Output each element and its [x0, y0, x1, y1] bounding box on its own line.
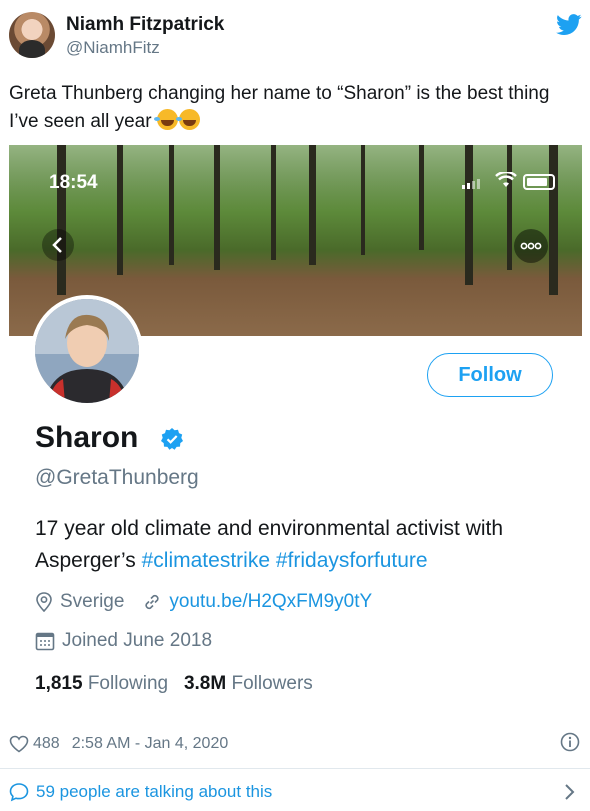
heart-icon[interactable] [9, 735, 29, 753]
tweet-text: Greta Thunberg changing her name to “Sha… [9, 80, 581, 136]
author-handle[interactable]: @NiamhFitz [66, 38, 160, 58]
author-name[interactable]: Niamh Fitzpatrick [66, 14, 224, 36]
talking-about-text: 59 people are talking about this [36, 782, 273, 801]
status-time: 18:54 [49, 172, 98, 193]
twitter-bird-icon[interactable] [556, 14, 582, 36]
speech-bubble-icon [9, 783, 29, 802]
followers-label: Followers [231, 673, 313, 694]
followers-count: 3.8M [183, 673, 227, 694]
profile-meta-joined-row: Joined June 2018 [35, 630, 212, 652]
profile-avatar[interactable] [31, 295, 143, 407]
followers-stat[interactable]: 3.8M Followers [184, 673, 313, 694]
profile-screenshot[interactable]: 18:54 Follow Sharon @GretaThunberg 17 ye… [9, 145, 582, 725]
profile-stats: 1,815 Following 3.8M Followers [35, 673, 313, 695]
ellipsis-icon [520, 242, 542, 250]
hashtag-link[interactable]: #climatestrike [142, 549, 270, 572]
wifi-icon [495, 172, 517, 187]
info-icon[interactable] [560, 732, 580, 752]
profile-meta-location-row: Sverige youtu.be/H2QxFM9y0tY [35, 591, 372, 613]
rolling-on-floor-laughing-emoji-icon [153, 109, 178, 130]
following-label: Following [87, 673, 169, 694]
tweet-footer: 488 2:58 AM - Jan 4, 2020 [9, 734, 581, 754]
chevron-left-icon [52, 237, 62, 253]
talking-about-link[interactable]: 59 people are talking about this [9, 782, 272, 802]
profile-bio: 17 year old climate and environmental ac… [35, 513, 575, 577]
tweet-body: Greta Thunberg changing her name to “Sha… [9, 83, 550, 132]
divider [0, 768, 590, 769]
profile-handle: @GretaThunberg [35, 466, 199, 489]
battery-icon [523, 174, 555, 190]
author-avatar[interactable] [9, 12, 55, 58]
profile-location: Sverige [60, 591, 125, 612]
profile-joined: Joined June 2018 [62, 630, 213, 651]
back-button[interactable] [42, 229, 74, 261]
like-count[interactable]: 488 [33, 735, 60, 753]
bio-text: 17 year old climate and environmental ac… [35, 517, 504, 572]
following-count: 1,815 [35, 673, 83, 694]
more-options-button[interactable] [514, 229, 548, 263]
tweet-embed: Niamh Fitzpatrick @NiamhFitz Greta Thunb… [0, 0, 590, 811]
link-icon [145, 594, 160, 610]
follow-button[interactable]: Follow [427, 353, 553, 397]
hashtag-link[interactable]: #fridaysforfuture [276, 549, 428, 572]
calendar-icon [35, 632, 55, 651]
profile-website-link[interactable]: youtu.be/H2QxFM9y0tY [169, 591, 372, 613]
verified-badge-icon [161, 428, 183, 450]
location-pin-icon [36, 592, 52, 612]
chevron-right-icon[interactable] [564, 783, 576, 801]
following-stat[interactable]: 1,815 Following [35, 673, 168, 694]
rolling-on-floor-laughing-emoji-icon [175, 109, 200, 130]
profile-display-name: Sharon [35, 421, 139, 454]
signal-icon [462, 179, 480, 189]
tweet-timestamp[interactable]: 2:58 AM - Jan 4, 2020 [72, 735, 229, 753]
